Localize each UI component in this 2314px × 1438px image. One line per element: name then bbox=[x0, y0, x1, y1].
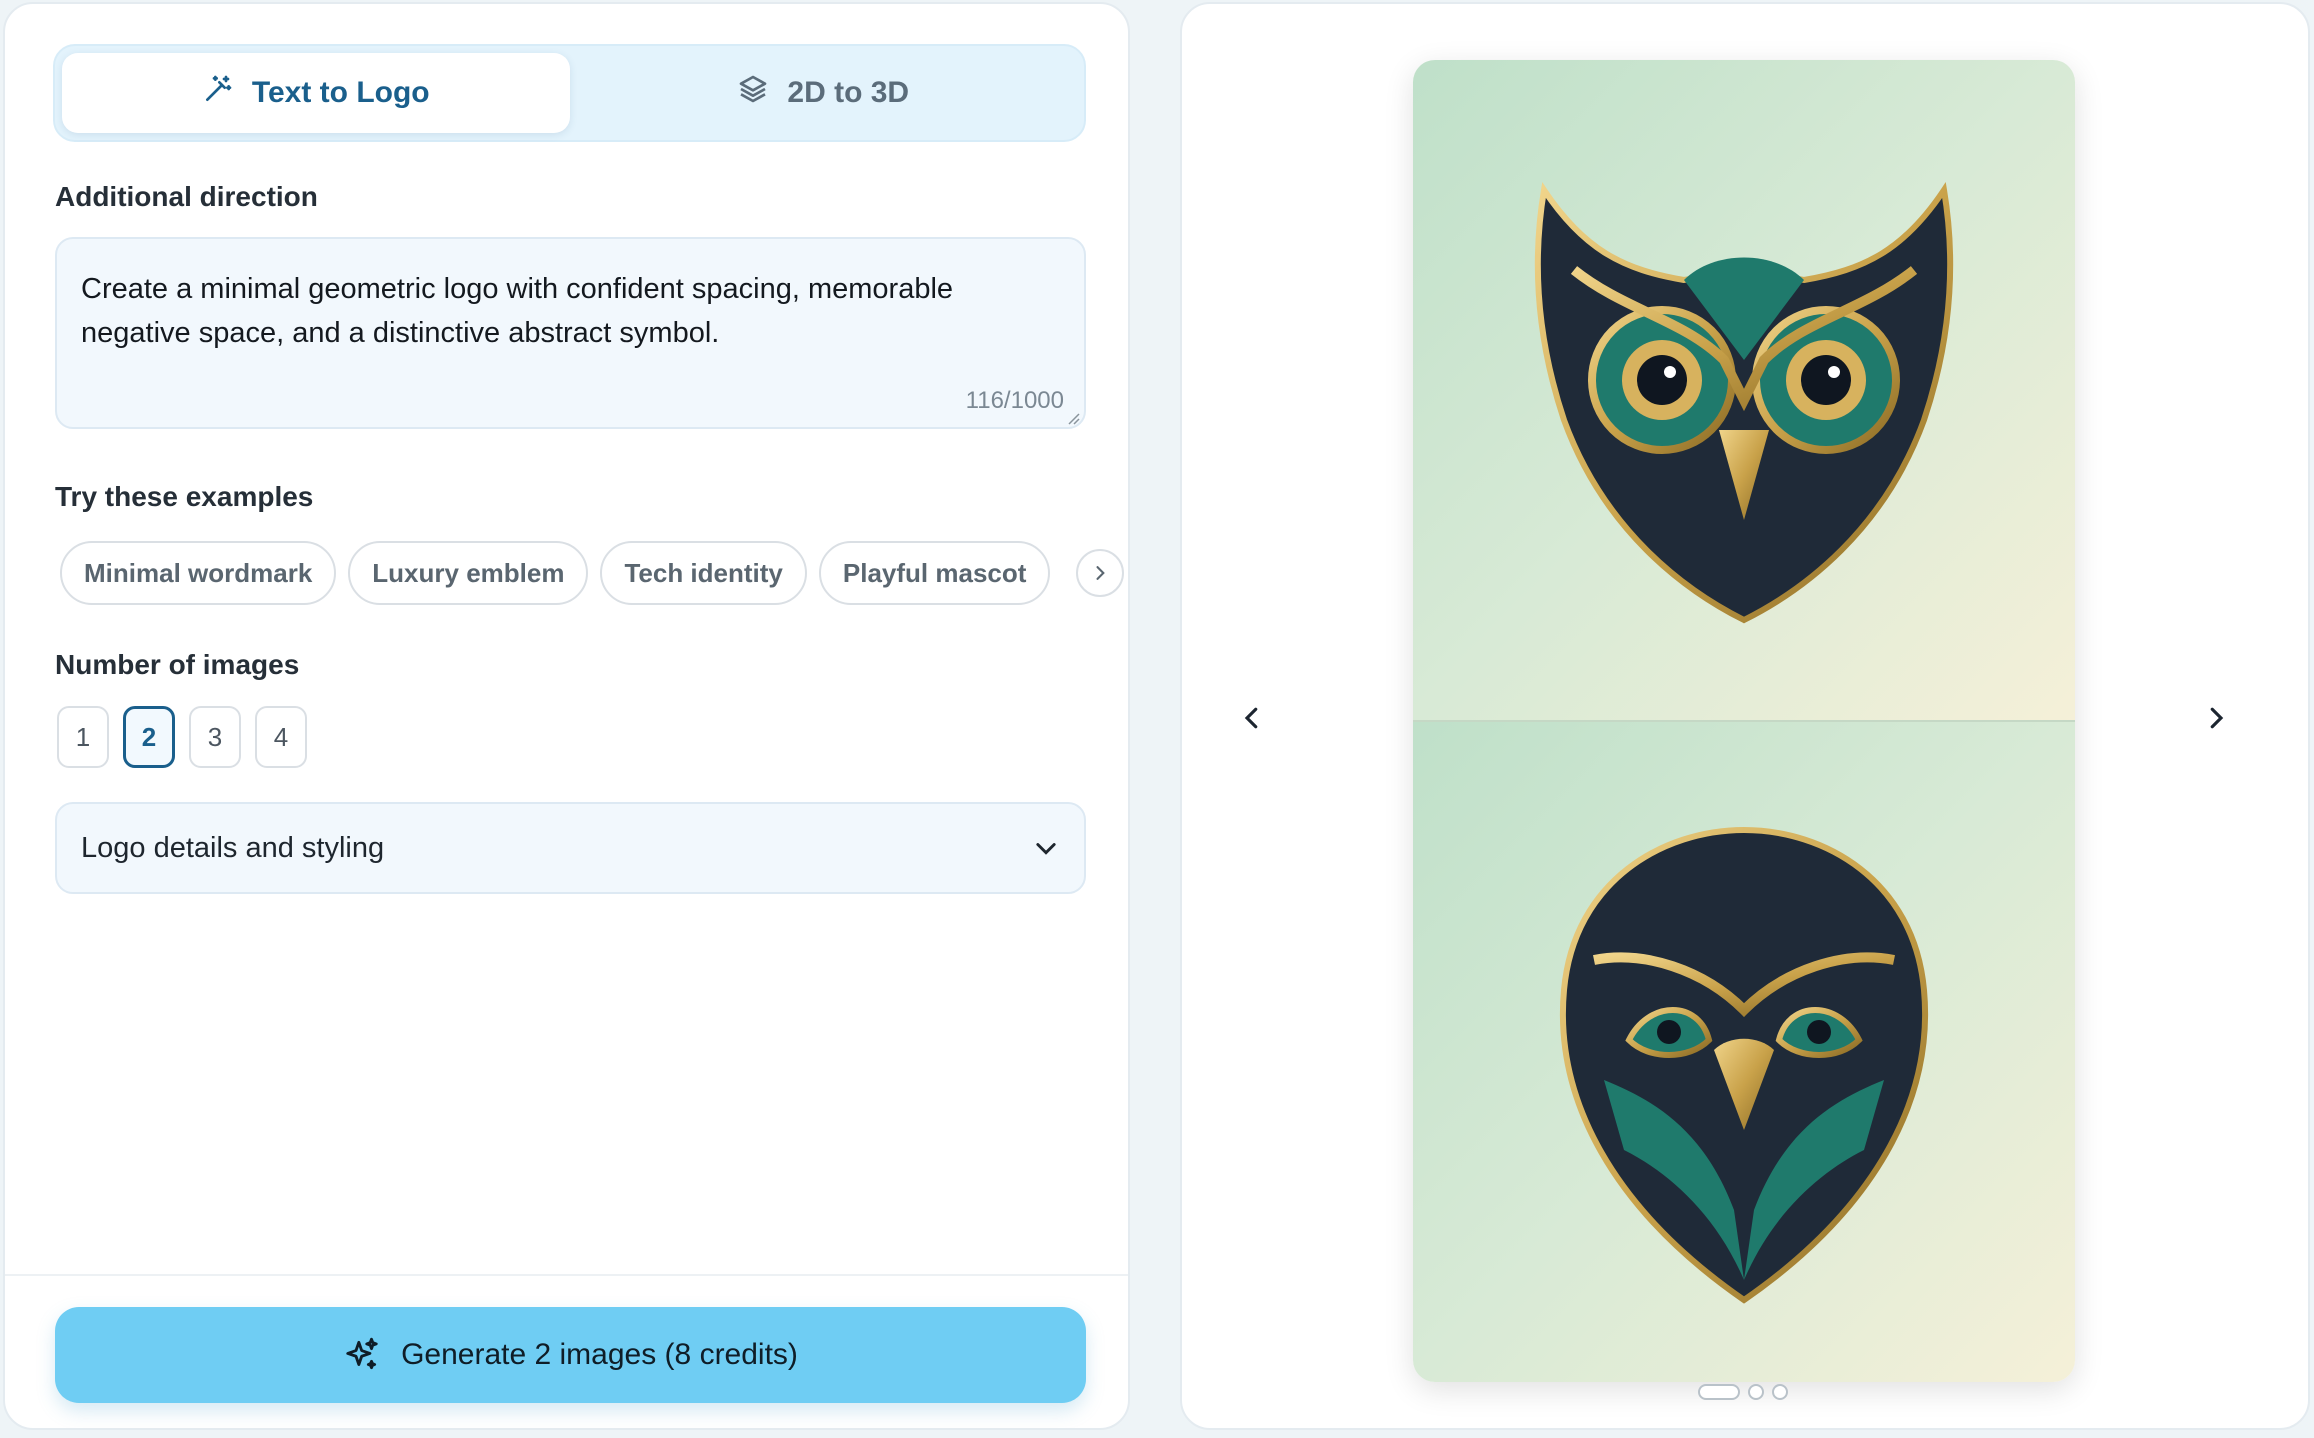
chip-tech-identity[interactable]: Tech identity bbox=[600, 541, 807, 605]
slide-dot-1[interactable] bbox=[1698, 1384, 1740, 1400]
direction-label: Additional direction bbox=[55, 181, 318, 212]
character-counter: 116/1000 bbox=[965, 387, 1064, 414]
chevron-right-icon bbox=[2210, 707, 2224, 729]
slide-dot-3[interactable] bbox=[1772, 1384, 1788, 1400]
chip-luxury-emblem[interactable]: Luxury emblem bbox=[348, 541, 589, 605]
count-option-3[interactable]: 3 bbox=[189, 706, 241, 768]
accordion-label: Logo details and styling bbox=[81, 831, 385, 864]
previous-button[interactable] bbox=[1228, 694, 1276, 742]
preview-image[interactable] bbox=[1413, 60, 2075, 1382]
count-option-4[interactable]: 4 bbox=[255, 706, 307, 768]
tab-text-to-logo[interactable]: Text to Logo bbox=[62, 53, 570, 133]
example-chips: Minimal wordmark Luxury emblem Tech iden… bbox=[60, 541, 1125, 605]
chevron-left-icon bbox=[1244, 707, 1258, 729]
chip-minimal-wordmark[interactable]: Minimal wordmark bbox=[60, 541, 337, 605]
details-accordion[interactable]: Logo details and styling bbox=[55, 802, 1086, 894]
count-option-2[interactable]: 2 bbox=[123, 706, 175, 768]
direction-text: Create a minimal geometric logo with con… bbox=[81, 273, 954, 349]
tab-label: 2D to 3D bbox=[787, 76, 910, 109]
slide-indicator bbox=[1698, 1384, 1788, 1400]
examples-label: Try these examples bbox=[55, 481, 314, 512]
slide-dot-2[interactable] bbox=[1748, 1384, 1764, 1400]
mode-tabs: Text to Logo 2D to 3D bbox=[53, 44, 1086, 142]
count-option-1[interactable]: 1 bbox=[57, 706, 109, 768]
resize-handle-icon[interactable] bbox=[1066, 411, 1080, 425]
layers-icon bbox=[737, 73, 769, 113]
preview-panel bbox=[1180, 2, 2310, 1430]
owl-logo-images bbox=[1413, 60, 2075, 1382]
sparkles-icon bbox=[346, 1337, 378, 1370]
generate-label: Generate 2 images (8 credits) bbox=[401, 1338, 798, 1371]
footer-divider bbox=[5, 1274, 1128, 1276]
image-count-label: Number of images bbox=[55, 649, 300, 680]
image-count-selector: 1 2 3 4 bbox=[57, 706, 307, 768]
chip-playful-mascot[interactable]: Playful mascot bbox=[818, 541, 1051, 605]
direction-textarea[interactable]: Create a minimal geometric logo with con… bbox=[55, 237, 1086, 429]
magic-wand-icon bbox=[202, 73, 234, 113]
generate-button[interactable]: Generate 2 images (8 credits) bbox=[55, 1307, 1086, 1403]
chevron-down-icon bbox=[1036, 843, 1056, 855]
next-button[interactable] bbox=[2192, 694, 2240, 742]
chevron-right-icon bbox=[1096, 566, 1106, 580]
tab-2d-to-3d[interactable]: 2D to 3D bbox=[570, 53, 1078, 133]
chips-next-button[interactable] bbox=[1076, 549, 1125, 597]
tab-label: Text to Logo bbox=[251, 76, 430, 109]
settings-panel: Text to Logo 2D to 3D Additional directi… bbox=[3, 2, 1130, 1430]
